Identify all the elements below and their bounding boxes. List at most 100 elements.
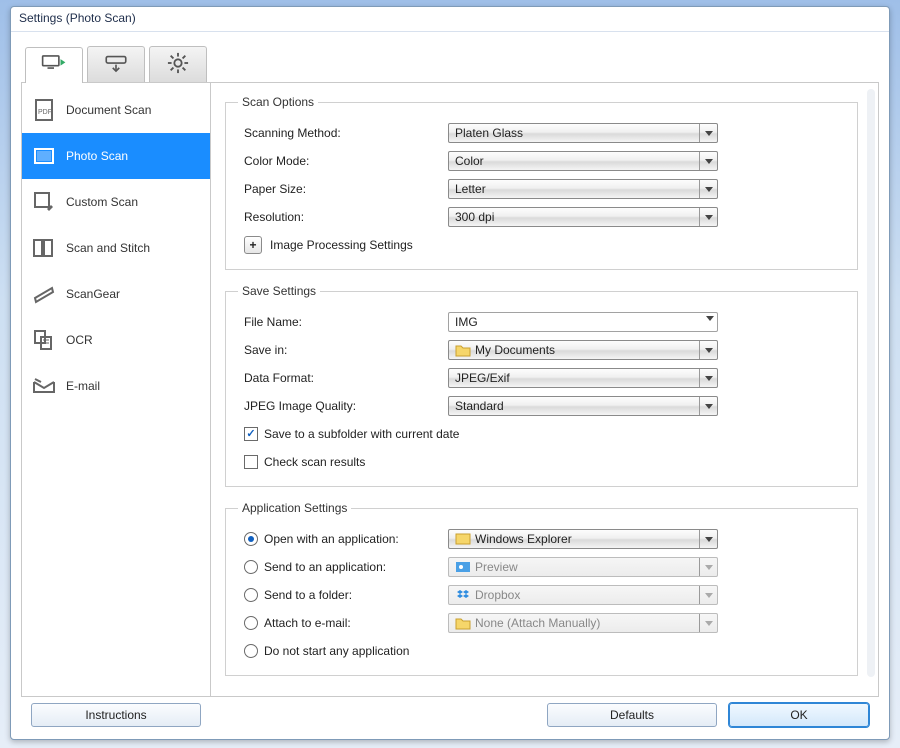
check-results-checkbox[interactable] (244, 455, 258, 469)
chevron-down-icon (699, 208, 717, 226)
jpeg-quality-label: JPEG Image Quality: (238, 399, 438, 413)
sidebar-item-document-scan[interactable]: PDF Document Scan (22, 87, 210, 133)
jpeg-quality-value: Standard (455, 399, 504, 413)
window-body: PDF Document Scan Photo Scan Custom Scan… (11, 32, 889, 743)
attach-email-value: None (Attach Manually) (475, 616, 600, 630)
plus-icon: + (249, 238, 256, 252)
chevron-down-icon (699, 152, 717, 170)
chevron-down-icon (699, 397, 717, 415)
send-app-radio[interactable] (244, 560, 258, 574)
ok-button[interactable]: OK (729, 703, 869, 727)
window-title: Settings (Photo Scan) (11, 7, 889, 32)
chevron-down-icon (706, 316, 714, 321)
content-row: PDF Document Scan Photo Scan Custom Scan… (21, 83, 879, 697)
color-mode-select[interactable]: Color (448, 151, 718, 171)
save-settings-group: Save Settings File Name: IMG Save in: My… (225, 284, 858, 487)
settings-window: Settings (Photo Scan) P (10, 6, 890, 740)
chevron-down-icon (699, 180, 717, 198)
folder-icon (455, 342, 471, 358)
no-start-radio[interactable] (244, 644, 258, 658)
attach-email-radio[interactable] (244, 616, 258, 630)
open-with-radio[interactable] (244, 532, 258, 546)
paper-size-value: Letter (455, 182, 486, 196)
paper-size-label: Paper Size: (238, 182, 438, 196)
sidebar-item-scangear[interactable]: ScanGear (22, 271, 210, 317)
sidebar-item-email[interactable]: E-mail (22, 363, 210, 409)
subfolder-checkbox[interactable] (244, 427, 258, 441)
scan-options-group: Scan Options Scanning Method: Platen Gla… (225, 95, 858, 270)
sidebar-item-scan-and-stitch[interactable]: Scan and Stitch (22, 225, 210, 271)
open-with-select[interactable]: Windows Explorer (448, 529, 718, 549)
image-processing-expand[interactable]: + (244, 236, 262, 254)
scanning-method-label: Scanning Method: (238, 126, 438, 140)
send-app-value: Preview (475, 560, 518, 574)
resolution-value: 300 dpi (455, 210, 494, 224)
data-format-select[interactable]: JPEG/Exif (448, 368, 718, 388)
open-with-value: Windows Explorer (475, 532, 572, 546)
subfolder-label: Save to a subfolder with current date (264, 427, 459, 441)
instructions-button[interactable]: Instructions (31, 703, 201, 727)
sidebar-item-custom-scan[interactable]: Custom Scan (22, 179, 210, 225)
sidebar-item-ocr[interactable]: OCR (22, 317, 210, 363)
send-app-select[interactable]: Preview (448, 557, 718, 577)
tab-from-computer[interactable] (25, 47, 83, 83)
scanning-method-value: Platen Glass (455, 126, 523, 140)
scrollbar[interactable] (867, 89, 875, 677)
tab-general-settings[interactable] (149, 46, 207, 82)
jpeg-quality-select[interactable]: Standard (448, 396, 718, 416)
dropbox-icon (455, 587, 471, 603)
monitor-arrow-icon (41, 53, 67, 78)
sidebar-item-label: Custom Scan (66, 195, 138, 209)
data-format-label: Data Format: (238, 371, 438, 385)
sidebar-item-photo-scan[interactable]: Photo Scan (22, 133, 210, 179)
sidebar: PDF Document Scan Photo Scan Custom Scan… (21, 83, 211, 697)
folder-icon (455, 615, 471, 631)
scanning-method-select[interactable]: Platen Glass (448, 123, 718, 143)
no-start-label: Do not start any application (264, 644, 409, 658)
chevron-down-icon (699, 530, 717, 548)
chevron-down-icon (699, 124, 717, 142)
attach-email-select[interactable]: None (Attach Manually) (448, 613, 718, 633)
ok-label: OK (790, 708, 807, 722)
sidebar-item-label: Photo Scan (66, 149, 128, 163)
image-processing-label: Image Processing Settings (270, 238, 413, 252)
check-results-label: Check scan results (264, 455, 365, 469)
chevron-down-icon (699, 558, 717, 576)
data-format-value: JPEG/Exif (455, 371, 510, 385)
attach-email-label: Attach to e-mail: (264, 616, 351, 630)
custom-scan-icon (32, 190, 56, 214)
save-in-value: My Documents (475, 343, 555, 357)
pdf-icon: PDF (32, 98, 56, 122)
instructions-label: Instructions (85, 708, 146, 722)
save-in-label: Save in: (238, 343, 438, 357)
gear-icon (165, 52, 191, 77)
send-folder-radio[interactable] (244, 588, 258, 602)
chevron-down-icon (699, 341, 717, 359)
color-mode-label: Color Mode: (238, 154, 438, 168)
ocr-icon (32, 328, 56, 352)
sidebar-item-label: E-mail (66, 379, 100, 393)
color-mode-value: Color (455, 154, 484, 168)
resolution-select[interactable]: 300 dpi (448, 207, 718, 227)
paper-size-select[interactable]: Letter (448, 179, 718, 199)
chevron-down-icon (699, 586, 717, 604)
tab-from-scanner[interactable] (87, 46, 145, 82)
sidebar-item-label: ScanGear (66, 287, 120, 301)
defaults-label: Defaults (610, 708, 654, 722)
scangear-icon (32, 282, 56, 306)
send-folder-select[interactable]: Dropbox (448, 585, 718, 605)
save-in-select[interactable]: My Documents (448, 340, 718, 360)
application-settings-group: Application Settings Open with an applic… (225, 501, 858, 676)
resolution-label: Resolution: (238, 210, 438, 224)
sidebar-item-label: Document Scan (66, 103, 151, 117)
scan-options-legend: Scan Options (238, 95, 318, 109)
main-panel: Scan Options Scanning Method: Platen Gla… (211, 83, 879, 697)
defaults-button[interactable]: Defaults (547, 703, 717, 727)
file-name-input[interactable]: IMG (448, 312, 718, 332)
stitch-icon (32, 236, 56, 260)
file-name-value: IMG (455, 315, 478, 329)
file-name-label: File Name: (238, 315, 438, 329)
preview-icon (455, 559, 471, 575)
sidebar-item-label: Scan and Stitch (66, 241, 150, 255)
photo-icon (32, 144, 56, 168)
